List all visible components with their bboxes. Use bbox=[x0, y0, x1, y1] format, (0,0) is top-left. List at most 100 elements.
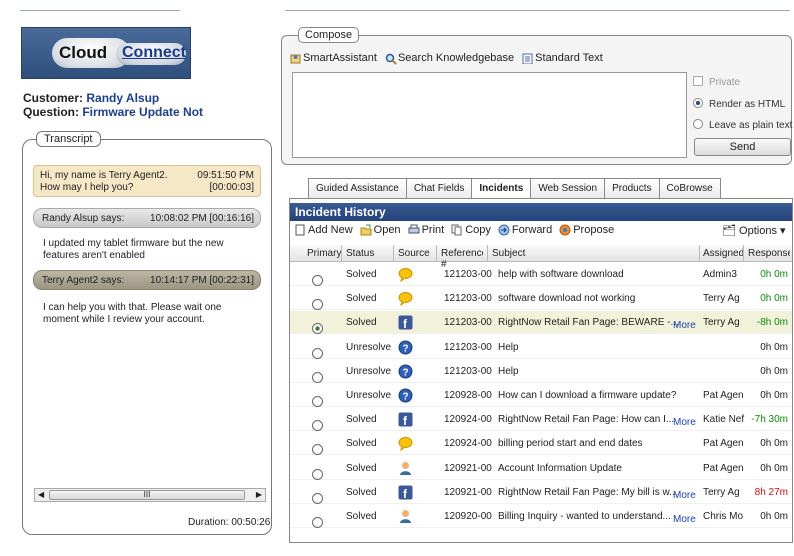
speaker-name: Terry Agent2 says: bbox=[42, 275, 125, 286]
column-subject[interactable]: Subject bbox=[492, 248, 525, 259]
more-link[interactable]: More bbox=[673, 514, 696, 525]
tab-web-session[interactable]: Web Session bbox=[530, 178, 606, 198]
transcript-horizontal-scrollbar[interactable]: ◀ III ▶ bbox=[34, 488, 266, 502]
table-row[interactable]: Solved f 120921-00 RightNow Retail Fan Page… bbox=[290, 481, 792, 504]
propose-button[interactable]: Propose bbox=[559, 224, 614, 236]
subject-cell: help with software download bbox=[498, 269, 624, 280]
person-source-icon bbox=[398, 509, 413, 524]
radio-icon[interactable] bbox=[312, 323, 323, 335]
forward-button[interactable]: Forward bbox=[498, 224, 552, 236]
plain-text-radio-dot[interactable] bbox=[693, 119, 703, 129]
speaker-name: Randy Alsup says: bbox=[42, 213, 125, 224]
radio-icon[interactable] bbox=[312, 492, 323, 504]
table-row[interactable]: Solved 121203-00 software download not wor… bbox=[290, 287, 792, 311]
status-cell: Unresolve bbox=[346, 341, 392, 353]
scroll-left-icon[interactable]: ◀ bbox=[38, 490, 44, 499]
top-divider-right bbox=[285, 10, 790, 11]
private-checkbox-box[interactable] bbox=[693, 76, 703, 86]
scroll-right-icon[interactable]: ▶ bbox=[256, 490, 262, 499]
column-source[interactable]: Source bbox=[398, 248, 430, 259]
reference-cell: 121203-00 bbox=[444, 365, 492, 377]
reference-cell: 121203-00 bbox=[444, 269, 492, 280]
copy-icon bbox=[451, 224, 463, 236]
table-row[interactable]: Solved 120924-00 billing period start and … bbox=[290, 432, 792, 456]
plain-text-radio[interactable]: Leave as plain text bbox=[693, 119, 792, 131]
add-new-label: Add New bbox=[308, 224, 353, 236]
table-row[interactable]: Solved 121203-00 help with software downlo… bbox=[290, 263, 792, 286]
print-button[interactable]: Print bbox=[408, 224, 444, 236]
render-html-radio[interactable]: Render as HTML bbox=[693, 98, 785, 110]
radio-icon[interactable] bbox=[312, 396, 323, 407]
radio-icon[interactable] bbox=[312, 420, 323, 432]
response-cell: 8h 27m bbox=[754, 486, 788, 498]
assigned-cell: Pat Agen bbox=[703, 438, 744, 450]
send-button[interactable]: Send bbox=[694, 138, 791, 156]
radio-icon[interactable] bbox=[312, 299, 323, 311]
response-cell: -7h 30m bbox=[751, 414, 788, 426]
column-status[interactable]: Status bbox=[346, 248, 374, 259]
private-checkbox[interactable]: Private bbox=[693, 76, 740, 88]
radio-icon[interactable] bbox=[312, 347, 323, 359]
radio-icon[interactable] bbox=[312, 517, 323, 528]
smart-assistant-button[interactable]: SmartAssistant bbox=[290, 52, 377, 64]
table-row[interactable]: Solved f 121203-00 RightNow Retail Fan Page… bbox=[290, 311, 792, 335]
customer-name: Randy Alsup bbox=[86, 91, 160, 105]
copy-button[interactable]: Copy bbox=[451, 224, 491, 236]
subject-cell: RightNow Retail Fan Page: My bill is w..… bbox=[498, 486, 678, 498]
search-knowledgebase-button[interactable]: Search Knowledgebase bbox=[385, 52, 514, 65]
more-link[interactable]: More bbox=[673, 320, 696, 331]
propose-icon bbox=[559, 224, 571, 236]
incident-history-title: Incident History bbox=[290, 203, 792, 221]
response-cell: 0h 0m bbox=[760, 390, 788, 401]
open-button[interactable]: Open bbox=[360, 224, 401, 236]
scroll-thumb[interactable]: III bbox=[49, 490, 245, 500]
options-menu[interactable]: 🗂 Options ▾ bbox=[722, 224, 786, 237]
more-link[interactable]: More bbox=[673, 490, 696, 501]
column-response[interactable]: Response bbox=[748, 248, 790, 259]
tab-chat-fields[interactable]: Chat Fields bbox=[405, 178, 473, 198]
add-new-button[interactable]: Add New bbox=[294, 224, 353, 236]
radio-icon[interactable] bbox=[312, 444, 323, 456]
table-row[interactable]: Solved f 120924-00 RightNow Retail Fan Page… bbox=[290, 408, 792, 432]
add-new-icon bbox=[294, 224, 306, 236]
greeting-elapsed: [00:00:03] bbox=[209, 182, 254, 193]
copy-label: Copy bbox=[465, 224, 491, 236]
radio-icon[interactable] bbox=[312, 275, 323, 286]
status-cell: Solved bbox=[346, 438, 377, 450]
more-link[interactable]: More bbox=[673, 417, 696, 428]
radio-icon[interactable] bbox=[312, 468, 323, 480]
svg-text:?: ? bbox=[403, 392, 409, 403]
incidents-table-header: Primary Status Source Reference # Subjec… bbox=[290, 245, 792, 270]
question-source-icon: ? bbox=[398, 364, 413, 379]
incidents-toolbar: Add New Open Print Copy Forward Propose bbox=[294, 224, 614, 236]
chat-source-icon bbox=[398, 436, 413, 452]
table-row[interactable]: Solved 120920-00 Billing Inquiry - wanted … bbox=[290, 505, 792, 528]
greeting-message: Hi, my name is Terry Agent2. How may I h… bbox=[33, 165, 261, 197]
render-html-radio-dot[interactable] bbox=[693, 98, 703, 108]
subject-cell: Account Information Update bbox=[498, 462, 622, 474]
forward-label: Forward bbox=[511, 224, 553, 236]
compose-textarea[interactable] bbox=[292, 72, 687, 158]
column-assigned[interactable]: Assigned bbox=[703, 248, 744, 259]
chat-duration: Duration: 00:50:26 bbox=[188, 517, 271, 528]
table-row[interactable]: Unresolve? 121203-00 Help 0h 0m bbox=[290, 336, 792, 359]
table-row[interactable]: Solved 120921-00 Account Information Updat… bbox=[290, 457, 792, 480]
subject-cell: billing period start and end dates bbox=[498, 438, 643, 450]
svg-text:?: ? bbox=[403, 343, 409, 354]
customer-label: Customer: bbox=[23, 91, 84, 105]
table-row[interactable]: Unresolve? 121203-00 Help 0h 0m bbox=[290, 360, 792, 383]
table-row[interactable]: Unresolve? 120928-00 How can I download a … bbox=[290, 384, 792, 407]
tab-cobrowse[interactable]: CoBrowse bbox=[658, 178, 721, 198]
tab-products[interactable]: Products bbox=[604, 178, 660, 198]
question-source-icon: ? bbox=[398, 340, 413, 355]
forward-icon bbox=[498, 224, 510, 236]
radio-icon[interactable] bbox=[312, 371, 323, 383]
smart-assistant-icon bbox=[290, 53, 301, 64]
tab-guided-assistance[interactable]: Guided Assistance bbox=[308, 178, 407, 198]
tab-incidents[interactable]: Incidents bbox=[471, 178, 532, 198]
search-icon bbox=[385, 53, 397, 65]
standard-text-button[interactable]: Standard Text bbox=[522, 52, 603, 65]
column-primary[interactable]: Primary bbox=[307, 248, 341, 259]
subject-cell: Billing Inquiry - wanted to understand..… bbox=[498, 511, 671, 522]
greeting-timestamp: 09:51:50 PM [00:00:03] bbox=[197, 170, 254, 194]
